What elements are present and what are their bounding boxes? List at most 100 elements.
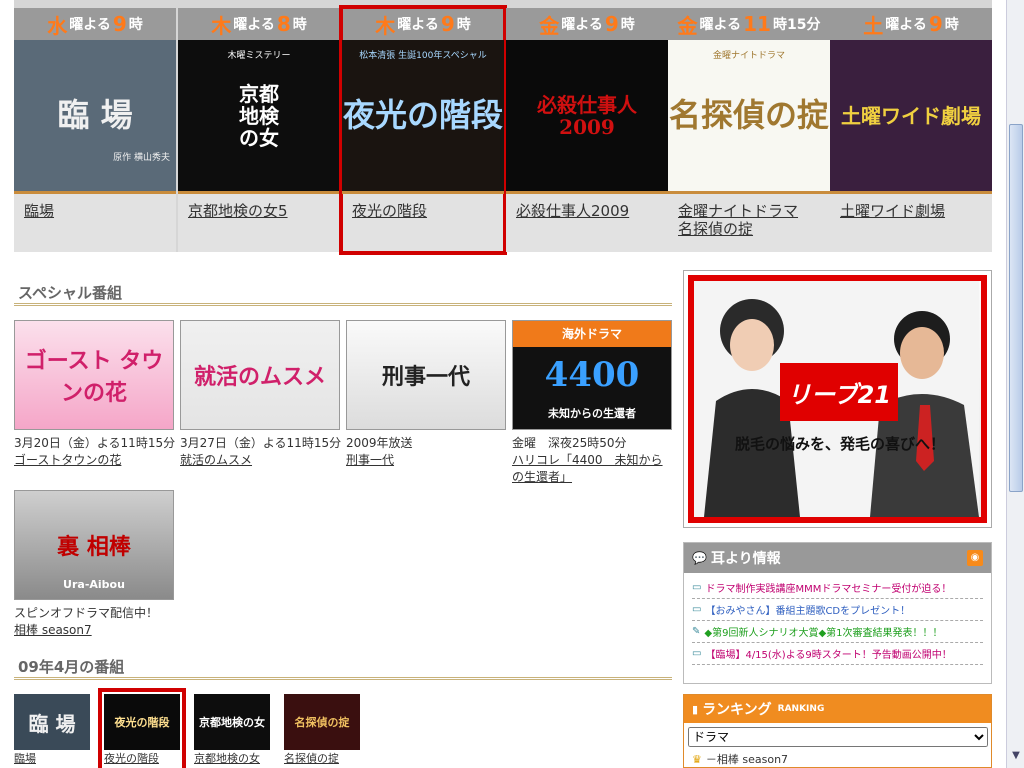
weekly-slot[interactable]: 木曜よる 8 時京都 地検 の女 木曜ミステリー 京都地検の女5 bbox=[178, 8, 340, 252]
slot-title-image[interactable]: 土曜ワイド劇場 bbox=[830, 40, 992, 194]
special-programs-header: スペシャル番組 bbox=[14, 282, 672, 306]
ranking-title-en: RANKING bbox=[777, 704, 825, 714]
slot-time-suffix: 時 bbox=[944, 17, 959, 33]
special-thumbnail[interactable]: 裏 相棒 Ura-Aibou bbox=[14, 490, 174, 600]
special-title-link[interactable]: 刑事一代 bbox=[346, 451, 506, 468]
slot-logo-text: 夜光の階段 bbox=[342, 95, 503, 134]
special-thumbnail-text: 就活のムスメ bbox=[193, 364, 326, 390]
slot-time-header: 土曜よる 9 時 bbox=[830, 8, 992, 40]
ranking-title: ランキング bbox=[702, 702, 772, 718]
slot-hour: 11 bbox=[743, 12, 771, 36]
april-thumbnail-text: 京都地検の女 bbox=[199, 716, 265, 729]
special-program: 刑事一代 2009年放送 刑事一代 bbox=[346, 320, 506, 468]
news-item[interactable]: ▭ ドラマ制作実践講座MMMドラマセミナー受付が迫る！ bbox=[692, 577, 983, 599]
ad-tagline: 脱毛の悩みを、発毛の喜びへ！ bbox=[734, 435, 945, 453]
reve21-logo: リーブ21 bbox=[780, 363, 898, 421]
ranking-first-item[interactable]: ♛ －相棒 season7 bbox=[684, 751, 991, 767]
news-list: ▭ ドラマ制作実践講座MMMドラマセミナー受付が迫る！ ▭ 【おみやさん】番組主題歌C… bbox=[684, 573, 991, 669]
slot-day-suffix: 曜よる bbox=[69, 17, 111, 33]
slot-title-link[interactable]: 臨場 bbox=[14, 194, 176, 228]
april-title-link[interactable]: 名探偵の掟 bbox=[284, 750, 360, 766]
weekly-drama-strip: 水曜よる 9 時臨 場原作 横山秀夫 臨場木曜よる 8 時京都 地検 の女 木曜ミステリー京… bbox=[14, 0, 992, 255]
slot-title-link[interactable]: 京都地検の女5 bbox=[178, 194, 340, 228]
weekly-slot[interactable]: 土曜よる 9 時土曜ワイド劇場 土曜ワイド劇場 bbox=[830, 8, 992, 252]
ranking-genre-select[interactable]: ドラマ bbox=[688, 727, 988, 747]
special-thumbnail[interactable]: 就活のムスメ bbox=[180, 320, 340, 430]
weekly-slot[interactable]: 水曜よる 9 時臨 場原作 横山秀夫 臨場 bbox=[14, 8, 176, 252]
weekly-slot[interactable]: 木曜よる 9 時夜光の階段 松本清張 生誕100年スペシャル 夜光の階段 bbox=[339, 5, 507, 255]
april-program[interactable]: 臨 場臨場 bbox=[14, 694, 90, 766]
slot-title-image[interactable]: 必殺仕事人 2009 bbox=[506, 40, 668, 194]
news-item-text: ドラマ制作実践講座MMMドラマセミナー受付が迫る！ bbox=[705, 584, 952, 595]
slot-title-link[interactable]: 夜光の階段 bbox=[342, 194, 504, 228]
april-thumbnail[interactable]: 臨 場 bbox=[14, 694, 90, 750]
weekly-slot[interactable]: 金曜よる 11 時15分 名探偵の掟 金曜ナイトドラマ 金曜ナイトドラマ 名探偵の掟 bbox=[668, 8, 830, 252]
special-thumbnail[interactable]: 刑事一代 bbox=[346, 320, 506, 430]
slot-title-image[interactable]: 臨 場原作 横山秀夫 bbox=[14, 40, 176, 194]
slot-title-link[interactable]: 土曜ワイド劇場 bbox=[830, 194, 992, 228]
weekly-slot[interactable]: 金曜よる 9 時必殺仕事人 2009 必殺仕事人2009 bbox=[506, 8, 668, 252]
special-thumbnail-badge: 海外ドラマ bbox=[561, 327, 622, 341]
april-title-link[interactable]: 京都地検の女 bbox=[194, 750, 270, 766]
april-thumbnail[interactable]: 夜光の階段 bbox=[104, 694, 180, 750]
special-program: 4400 海外ドラマ 未知からの生還者金曜 深夜25時50分 ハリコレ「4400 未知… bbox=[512, 320, 672, 485]
slot-day: 金 bbox=[677, 13, 698, 38]
special-program: 就活のムスメ 3月27日（金）よる11時15分 就活のムスメ bbox=[180, 320, 341, 468]
slot-title-image[interactable]: 名探偵の掟 金曜ナイトドラマ bbox=[668, 40, 830, 194]
scroll-down-icon[interactable]: ▼ bbox=[1009, 750, 1023, 766]
ranking-panel: ▮ ランキング RANKING ドラマ ♛ －相棒 season7 bbox=[683, 694, 992, 768]
news-item[interactable]: ▭ 【おみやさん】番組主題歌CDをプレゼント！ bbox=[692, 599, 983, 621]
slot-title-link[interactable]: 金曜ナイトドラマ 名探偵の掟 bbox=[668, 194, 830, 246]
news-item-text: 【臨場】4/15(水)よる9時スタート！予告動画公開中！ bbox=[705, 650, 952, 661]
slot-logo-subtext: 木曜ミステリー bbox=[227, 51, 291, 61]
special-title-link[interactable]: ハリコレ「4400 未知からの生還者」 bbox=[512, 451, 672, 485]
news-item-text: 【おみやさん】番組主題歌CDをプレゼント！ bbox=[705, 606, 911, 617]
slot-title-image[interactable]: 夜光の階段 松本清張 生誕100年スペシャル bbox=[342, 40, 504, 194]
slot-title-link[interactable]: 必殺仕事人2009 bbox=[506, 194, 668, 228]
april-thumbnail-text: 名探偵の掟 bbox=[294, 716, 350, 729]
tv-icon: ▭ bbox=[692, 582, 702, 593]
slot-day-suffix: 曜よる bbox=[397, 17, 439, 33]
page-scrollbar[interactable]: ▼ bbox=[1006, 0, 1024, 768]
special-thumbnail-text: 裏 相棒 bbox=[57, 534, 131, 560]
slot-title-image[interactable]: 京都 地検 の女 木曜ミステリー bbox=[178, 40, 340, 194]
slot-logo-subtext: 原作 横山秀夫 bbox=[113, 153, 170, 163]
slot-day: 金 bbox=[539, 13, 560, 38]
april-program[interactable]: 名探偵の掟 名探偵の掟 bbox=[284, 694, 360, 766]
slot-time-header: 金曜よる 9 時 bbox=[506, 8, 668, 40]
tv-icon: ▭ bbox=[692, 604, 702, 615]
special-airdate: スピンオフドラマ配信中！ bbox=[14, 606, 159, 620]
special-airdate: 3月20日（金）よる11時15分 bbox=[14, 436, 176, 450]
april-thumbnail[interactable]: 京都地検の女 bbox=[194, 694, 270, 750]
special-title-link[interactable]: ゴーストタウンの花 bbox=[14, 451, 174, 468]
special-title-link[interactable]: 就活のムスメ bbox=[180, 451, 340, 468]
april-program[interactable]: 京都地検の女 京都地検の女 bbox=[194, 694, 270, 766]
april-title-link[interactable]: 臨場 bbox=[14, 750, 90, 766]
april-title-link[interactable]: 夜光の階段 bbox=[104, 750, 180, 766]
april-programs-header: 09年4月の番組 bbox=[14, 656, 672, 680]
april-thumbnail-text: 夜光の階段 bbox=[114, 716, 170, 729]
slot-day: 水 bbox=[47, 13, 68, 38]
special-airdate: 金曜 深夜25時50分 bbox=[512, 436, 627, 450]
special-title-link[interactable]: 相棒 season7 bbox=[14, 621, 174, 638]
april-program[interactable]: 夜光の階段 夜光の階段 bbox=[98, 688, 186, 768]
special-thumbnail[interactable]: ゴースト タウンの花 bbox=[14, 320, 174, 430]
april-thumbnail[interactable]: 名探偵の掟 bbox=[284, 694, 360, 750]
news-item[interactable]: ▭ 【臨場】4/15(水)よる9時スタート！予告動画公開中！ bbox=[692, 643, 983, 665]
news-title: 耳より情報 bbox=[710, 551, 781, 567]
ranking-first-label: －相棒 season7 bbox=[705, 753, 789, 766]
slot-day-suffix: 曜よる bbox=[699, 17, 742, 33]
special-thumbnail-subtext: Ura-Aibou bbox=[63, 578, 125, 591]
slot-logo-text: 名探偵の掟 bbox=[668, 95, 829, 134]
news-item[interactable]: ✎ ◆第9回新人シナリオ大賞◆第1次審査結果発表！！！ bbox=[692, 621, 983, 643]
reve21-banner[interactable]: リーブ21 脱毛の悩みを、発毛の喜びへ！ bbox=[683, 270, 992, 528]
rss-icon[interactable]: ◉ bbox=[967, 550, 983, 566]
slot-logo-text: 土曜ワイド劇場 bbox=[841, 103, 981, 128]
slot-time-header: 木曜よる 9 時 bbox=[342, 8, 504, 40]
slot-time-suffix: 時 bbox=[456, 17, 471, 33]
special-program: ゴースト タウンの花 3月20日（金）よる11時15分 ゴーストタウンの花 bbox=[14, 320, 176, 468]
scrollbar-thumb[interactable] bbox=[1009, 124, 1023, 492]
special-thumbnail[interactable]: 4400 海外ドラマ 未知からの生還者 bbox=[512, 320, 672, 430]
slot-day-suffix: 曜よる bbox=[233, 17, 275, 33]
slot-time-suffix: 時 bbox=[620, 17, 635, 33]
